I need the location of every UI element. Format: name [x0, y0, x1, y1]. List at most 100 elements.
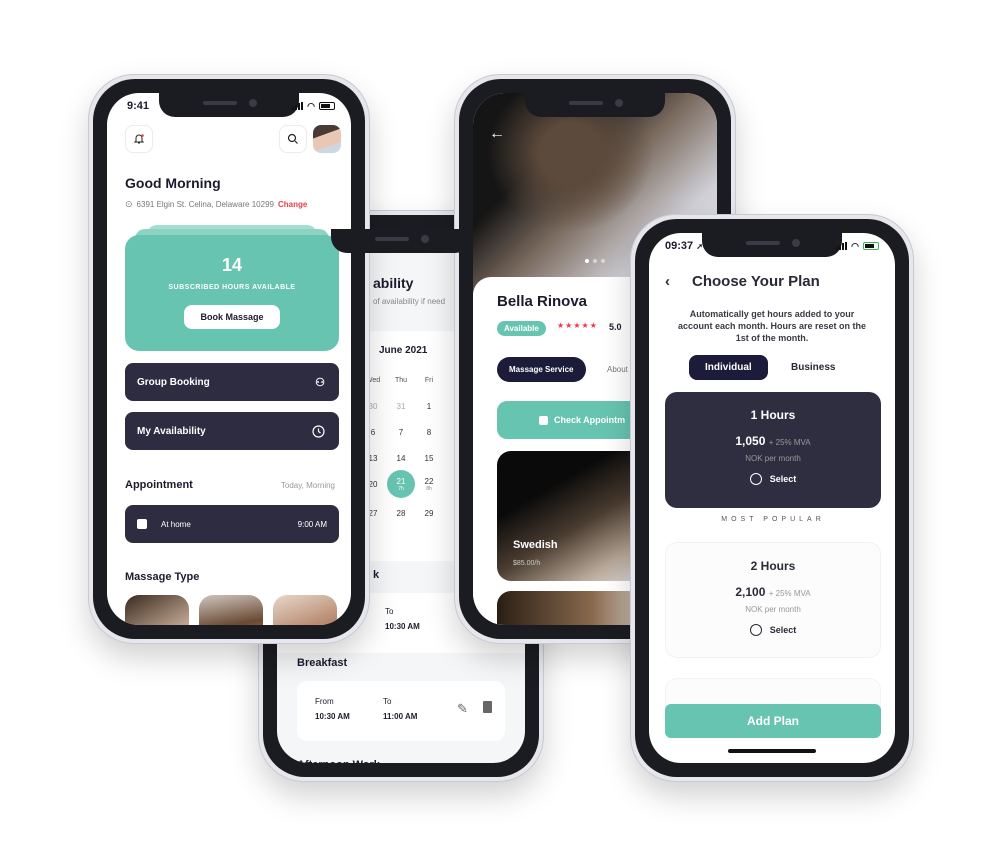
- calendar-icon: [137, 519, 147, 529]
- plan-hours: 1 Hours: [750, 408, 796, 422]
- edit-icon[interactable]: ✎: [457, 701, 468, 717]
- trash-icon[interactable]: [483, 701, 492, 713]
- plan-select-radio[interactable]: Select: [665, 473, 881, 485]
- appointment-time: 9:00 AM: [297, 519, 327, 529]
- status-badge: Available: [497, 321, 546, 336]
- calendar-day[interactable]: 15: [415, 447, 443, 469]
- rating-value: 5.0: [609, 322, 622, 332]
- calendar-day[interactable]: 28: [387, 502, 415, 524]
- status-time: 9:41: [127, 100, 150, 112]
- change-address-link[interactable]: Change: [278, 200, 307, 209]
- status-time: 09:37: [665, 240, 694, 252]
- clock-icon: [312, 424, 325, 438]
- calendar-day[interactable]: 29: [415, 502, 443, 524]
- back-arrow-icon[interactable]: ←: [489, 125, 505, 143]
- hours-count: 14: [221, 255, 243, 275]
- calendar-day[interactable]: 8: [415, 421, 443, 443]
- add-plan-button[interactable]: Add Plan: [665, 704, 881, 738]
- check-appointment-label: Check Appointm: [554, 415, 626, 425]
- search-icon: [287, 133, 298, 144]
- plan-price: 2,100: [735, 585, 766, 599]
- battery-icon: [319, 102, 335, 110]
- notification-button[interactable]: [125, 125, 153, 153]
- plan-select-radio[interactable]: Select: [666, 624, 880, 636]
- tab-massage-service[interactable]: Massage Service: [497, 357, 586, 382]
- wifi-icon: ◠: [851, 240, 859, 251]
- calendar-day[interactable]: 22 8h: [415, 473, 443, 495]
- tab-business[interactable]: Business: [791, 362, 835, 373]
- radio-icon: [749, 473, 762, 485]
- avatar[interactable]: [313, 125, 341, 153]
- calendar-day-number: 6: [370, 427, 376, 437]
- notch: [331, 229, 471, 253]
- breakfast-title: Breakfast: [297, 657, 348, 669]
- location-arrow-icon: ➚: [696, 242, 703, 251]
- my-availability-label: My Availability: [137, 425, 206, 437]
- calendar-day[interactable]: 1: [415, 395, 443, 417]
- calendar-day[interactable]: 31: [387, 395, 415, 417]
- calendar-day-number: 14: [396, 453, 406, 463]
- plan-header: ‹ Choose Your Plan: [649, 273, 895, 290]
- search-button[interactable]: [279, 125, 307, 153]
- massage-type-title: Massage Type: [125, 571, 200, 583]
- weekday-label: Fri: [424, 376, 434, 384]
- calendar-day-number: 29: [424, 508, 434, 518]
- slot-to-value: 10:30 AM: [385, 622, 420, 631]
- appointment-card[interactable]: At home 9:00 AM: [125, 505, 339, 543]
- bell-icon: [133, 134, 145, 144]
- address-text: 6391 Elgin St. Celina, Delaware 10299: [136, 200, 274, 209]
- tab-individual[interactable]: Individual: [689, 355, 768, 380]
- radio-icon: [749, 624, 762, 636]
- calendar-day[interactable]: 21 7h: [387, 470, 415, 498]
- group-booking-label: Group Booking: [137, 376, 210, 388]
- calendar-month: June 2021: [379, 345, 428, 356]
- plan-tax: + 25% MVA: [768, 438, 811, 447]
- tab-about[interactable]: About: [607, 365, 628, 374]
- signal-icon: [292, 102, 304, 110]
- signal-icon: [836, 242, 848, 250]
- plan-card[interactable]: 2 Hours 2,100 + 25% MVA NOK per month Se…: [665, 542, 881, 658]
- appointment-when: Today, Morning: [280, 481, 335, 490]
- most-popular-label: MOST POPULAR: [721, 516, 825, 523]
- plan-period: NOK per month: [745, 605, 801, 614]
- to-value: 11:00 AM: [383, 712, 418, 721]
- calendar-day[interactable]: 7: [387, 421, 415, 443]
- greeting: Good Morning: [125, 175, 221, 191]
- plan-select-label: Select: [769, 474, 797, 484]
- service-price: $85.00/h: [513, 560, 541, 567]
- massage-type-thumb[interactable]: [125, 595, 189, 625]
- to-label: To: [383, 697, 392, 706]
- massage-type-thumb[interactable]: [199, 595, 263, 625]
- plan-phone: 09:37 ➚ ◠ ‹ Choose Your Plan Automatical…: [630, 214, 914, 782]
- calendar-day-number: 8: [426, 427, 432, 437]
- calendar-icon: [539, 415, 548, 425]
- group-booking-button[interactable]: Group Booking ⚇: [125, 363, 339, 401]
- book-massage-button[interactable]: Book Massage: [184, 305, 280, 329]
- plan-tax: + 25% MVA: [768, 589, 811, 598]
- calendar-day-number: 15: [424, 453, 434, 463]
- afternoon-title: Afternoon Work: [297, 759, 380, 763]
- back-chevron-icon[interactable]: ‹: [665, 273, 670, 290]
- slot-to-label: To: [385, 607, 394, 616]
- plan-card[interactable]: 1 Hours 1,050 + 25% MVA NOK per month Se…: [665, 392, 881, 508]
- plan-hours: 2 Hours: [750, 559, 796, 573]
- wifi-icon: ◠: [307, 100, 315, 111]
- calendar-day-number: 21: [396, 476, 406, 486]
- home-screen: 9:41 ◠ Good Morning ⊙ 6391 Elgin St. Cel…: [107, 93, 351, 625]
- calendar-day-hours: 7h: [398, 485, 404, 492]
- calendar-day-number: 1: [426, 401, 432, 411]
- appointment-place: At home: [161, 519, 191, 529]
- carousel-dots: [585, 259, 605, 263]
- location-pin-icon: ⊙: [125, 199, 133, 209]
- home-indicator: [728, 749, 816, 753]
- section-title: k: [373, 569, 380, 581]
- my-availability-button[interactable]: My Availability: [125, 412, 339, 450]
- plan-period: NOK per month: [745, 454, 801, 463]
- page-title: Choose Your Plan: [692, 273, 820, 290]
- hours-card: 14 SUBSCRIBED HOURS AVAILABLE Book Massa…: [125, 235, 339, 351]
- calendar-day[interactable]: 14: [387, 447, 415, 469]
- massage-type-thumb[interactable]: [273, 595, 337, 625]
- hours-label: SUBSCRIBED HOURS AVAILABLE: [168, 284, 296, 291]
- availability-title: ability: [373, 275, 414, 291]
- therapist-name: Bella Rinova: [497, 293, 588, 310]
